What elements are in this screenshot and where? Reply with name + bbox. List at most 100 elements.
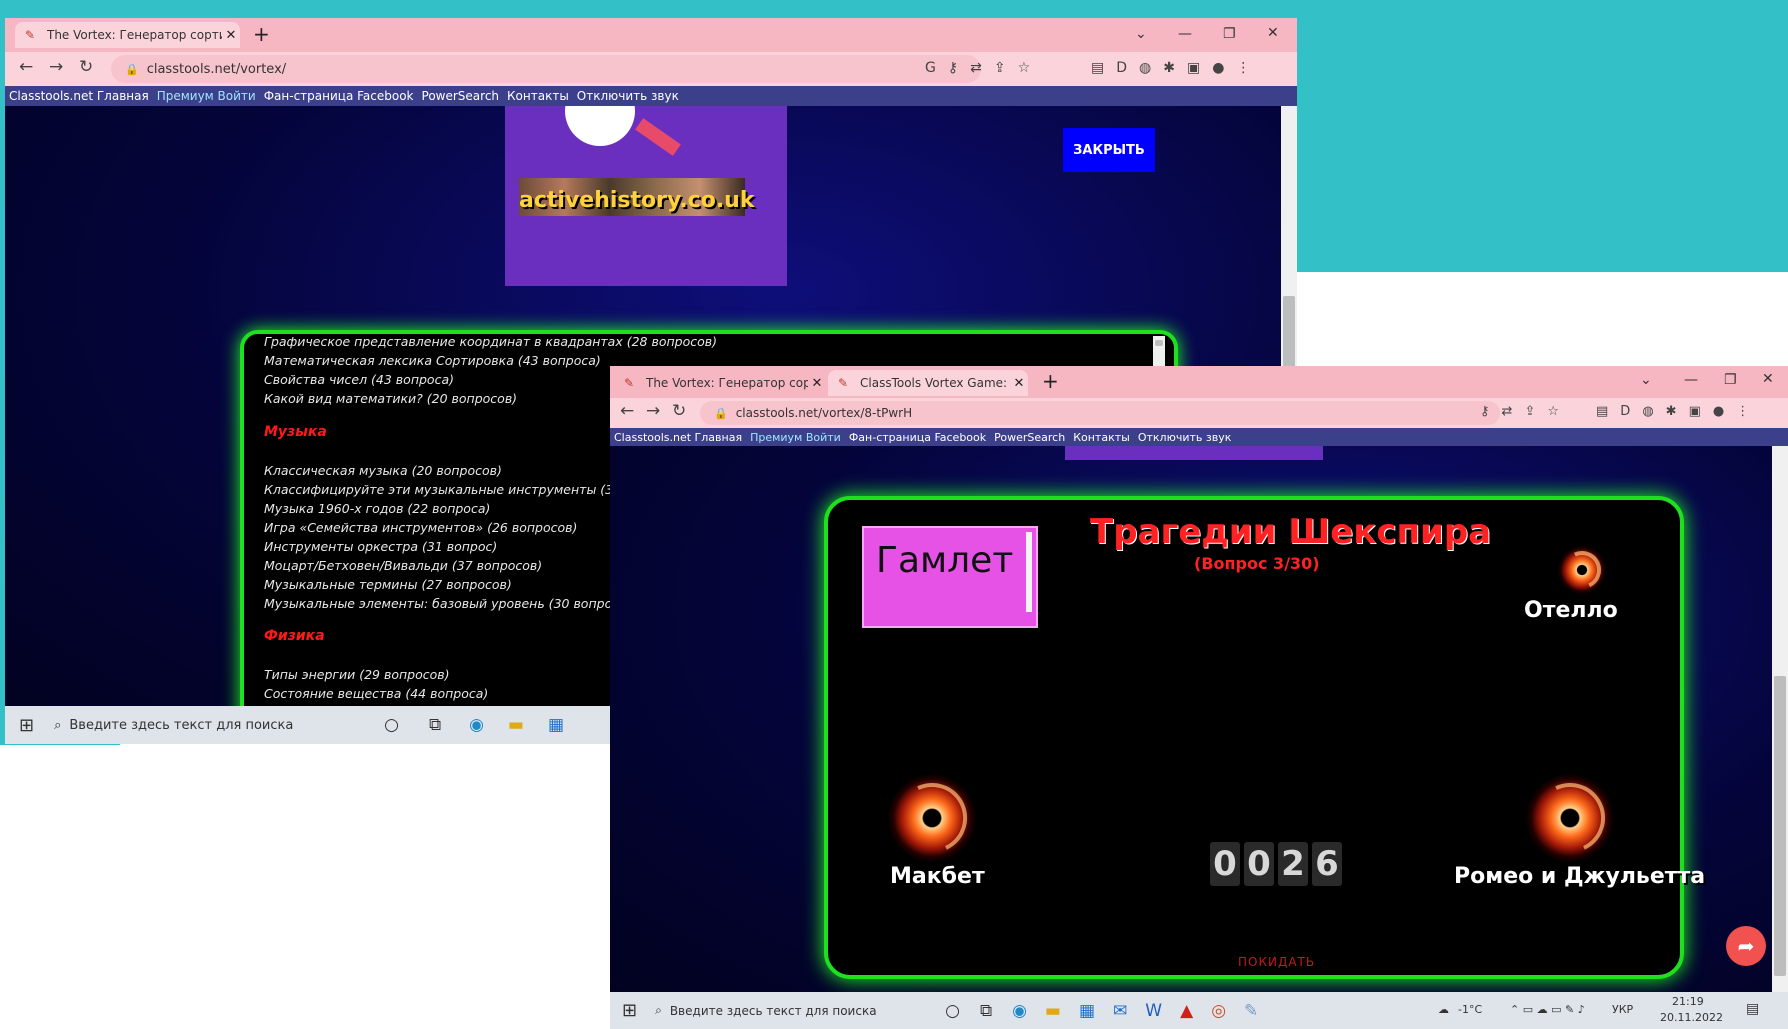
bookmark-home[interactable]: Classtools.net Главная <box>614 431 742 444</box>
bookmark-contacts[interactable]: Контакты <box>507 89 569 103</box>
bookmark-home[interactable]: Classtools.net Главная <box>9 89 149 103</box>
window-close-icon[interactable]: ✕ <box>1762 371 1774 387</box>
store-icon[interactable]: ▦ <box>1079 1001 1095 1021</box>
forward-icon[interactable]: → <box>49 57 63 77</box>
new-tab-icon[interactable]: + <box>253 22 270 46</box>
share-icon[interactable]: ⇪ <box>1524 404 1535 419</box>
tab-search-icon[interactable]: ⌄ <box>1640 372 1652 388</box>
page-scrollbar[interactable] <box>1772 446 1788 992</box>
vortex-icon[interactable] <box>1526 774 1614 862</box>
chrome-icon[interactable]: ◎ <box>1211 1001 1226 1021</box>
address-bar[interactable]: 🔒 classtools.net/vortex/8-tPwrH <box>700 401 1500 425</box>
bookmark-mute[interactable]: Отключить звук <box>1138 431 1232 444</box>
tab-vortex-generator[interactable]: ✎ The Vortex: Генератор сортиру ✕ <box>15 22 240 48</box>
list-item[interactable]: Игра «Семейства инструментов» (26 вопрос… <box>264 520 577 535</box>
key-icon[interactable]: ⚷ <box>1480 404 1490 419</box>
windows-start-icon[interactable]: ⊞ <box>622 1000 637 1021</box>
reader-icon[interactable]: ▤ <box>1091 60 1104 76</box>
file-explorer-icon[interactable]: ▬ <box>508 715 524 735</box>
edge-icon[interactable]: ◉ <box>1012 1001 1027 1021</box>
list-item[interactable]: Музыка 1960-х годов (22 вопроса) <box>264 501 490 516</box>
bookmark-contacts[interactable]: Контакты <box>1073 431 1130 444</box>
bookmark-premium[interactable]: Премиум Войти <box>157 89 256 103</box>
reader-icon[interactable]: ▤ <box>1596 404 1608 419</box>
google-icon[interactable]: G <box>925 60 936 76</box>
bookmark-powersearch[interactable]: PowerSearch <box>422 89 500 103</box>
share-fab-icon[interactable]: ➦ <box>1726 926 1766 966</box>
cortana-icon[interactable]: ○ <box>384 715 399 735</box>
close-button[interactable]: ЗАКРЫТЬ <box>1063 128 1155 172</box>
restore-icon[interactable]: ❐ <box>1724 372 1737 388</box>
notification-icon[interactable]: ▤ <box>1746 1001 1759 1017</box>
bookmark-powersearch[interactable]: PowerSearch <box>994 431 1065 444</box>
list-item[interactable]: Какой вид математики? (20 вопросов) <box>264 391 517 406</box>
draggable-card[interactable]: Гамлет <box>862 526 1038 628</box>
leave-button[interactable]: ПОКИДАТЬ <box>1238 955 1315 969</box>
vortex-icon[interactable] <box>1558 546 1606 594</box>
list-item[interactable]: Инструменты оркестра (31 вопрос) <box>264 539 497 554</box>
activehistory-logo[interactable] <box>1065 446 1323 460</box>
bookmark-facebook[interactable]: Фан-страница Facebook <box>849 431 986 444</box>
taskbar-search[interactable]: ⌕ Введите здесь текст для поиска <box>54 718 314 733</box>
sidepanel-icon[interactable]: ▣ <box>1187 60 1200 76</box>
list-item[interactable]: Состояние вещества (44 вопроса) <box>264 686 488 701</box>
star-icon[interactable]: ☆ <box>1018 60 1031 76</box>
close-tab-icon[interactable]: ✕ <box>222 28 240 43</box>
list-item[interactable]: Классическая музыка (20 вопросов) <box>264 463 502 478</box>
translate-icon[interactable]: ⇄ <box>970 60 982 76</box>
forward-icon[interactable]: → <box>646 401 660 421</box>
list-item[interactable]: Музыкальные элементы: базовый уровень (3… <box>264 596 619 611</box>
task-view-icon[interactable]: ⧉ <box>980 1001 992 1021</box>
temperature[interactable]: -1°C <box>1458 1003 1482 1016</box>
tab-search-icon[interactable]: ⌄ <box>1135 26 1147 42</box>
edge-icon[interactable]: ◉ <box>469 715 484 735</box>
star-icon[interactable]: ☆ <box>1547 404 1559 419</box>
translate-icon[interactable]: ⇄ <box>1502 404 1513 419</box>
close-tab-icon[interactable]: ✕ <box>808 376 826 391</box>
bookmark-facebook[interactable]: Фан-страница Facebook <box>264 89 414 103</box>
tab-vortex-generator[interactable]: ✎ The Vortex: Генератор сортиру ✕ <box>614 370 826 396</box>
clock-date[interactable]: 20.11.2022 <box>1660 1011 1723 1024</box>
system-tray-icons[interactable]: ⌃ ▭ ☁ ▭ ✎ ♪ <box>1510 1003 1585 1016</box>
store-icon[interactable]: ▦ <box>548 715 564 735</box>
key-icon[interactable]: ⚷ <box>948 60 958 76</box>
activehistory-logo[interactable]: activehistory.co.uk <box>505 106 787 286</box>
back-icon[interactable]: ← <box>19 57 33 77</box>
cortana-icon[interactable]: ○ <box>945 1001 960 1021</box>
menu-icon[interactable]: ⋮ <box>1236 60 1250 76</box>
id-extension-icon[interactable]: D <box>1620 404 1630 419</box>
acrobat-icon[interactable]: ▲ <box>1180 1001 1193 1021</box>
puzzle-icon[interactable]: ✱ <box>1666 404 1677 419</box>
minimize-icon[interactable]: — <box>1178 26 1192 42</box>
avatar[interactable]: ● <box>1713 404 1724 419</box>
reload-icon[interactable]: ↻ <box>79 57 93 77</box>
word-icon[interactable]: W <box>1145 1001 1162 1021</box>
restore-icon[interactable]: ❐ <box>1223 26 1236 42</box>
adblock-icon[interactable]: ◍ <box>1139 60 1151 76</box>
list-item[interactable]: Моцарт/Бетховен/Вивальди (37 вопросов) <box>264 558 542 573</box>
windows-start-icon[interactable]: ⊞ <box>19 715 34 736</box>
adblock-icon[interactable]: ◍ <box>1642 404 1653 419</box>
id-extension-icon[interactable]: D <box>1116 60 1127 76</box>
close-tab-icon[interactable]: ✕ <box>1010 376 1028 391</box>
list-item[interactable]: Математическая лексика Сортировка (43 во… <box>264 353 601 368</box>
address-bar[interactable]: 🔒 classtools.net/vortex/ <box>111 55 981 83</box>
taskbar-search[interactable]: ⌕ Введите здесь текст для поиска <box>655 1003 905 1018</box>
puzzle-icon[interactable]: ✱ <box>1163 60 1175 76</box>
tab-vortex-game[interactable]: ✎ ClassTools Vortex Game: трагед ✕ <box>828 370 1028 396</box>
scroll-up-icon[interactable] <box>1155 340 1163 346</box>
list-item[interactable]: Классифицируйте эти музыкальные инструме… <box>264 482 621 497</box>
list-item[interactable]: Музыкальные термины (27 вопросов) <box>264 577 512 592</box>
back-icon[interactable]: ← <box>620 401 634 421</box>
avatar[interactable]: ● <box>1212 60 1224 76</box>
paint-icon[interactable]: ✎ <box>1244 1001 1258 1021</box>
language-indicator[interactable]: УКР <box>1612 1003 1633 1016</box>
bookmark-mute[interactable]: Отключить звук <box>577 89 679 103</box>
window-close-icon[interactable]: ✕ <box>1267 25 1279 41</box>
list-item[interactable]: Типы энергии (29 вопросов) <box>264 667 450 682</box>
list-item[interactable]: Свойства чисел (43 вопроса) <box>264 372 454 387</box>
task-view-icon[interactable]: ⧉ <box>429 715 441 735</box>
share-icon[interactable]: ⇪ <box>994 60 1006 76</box>
clock-time[interactable]: 21:19 <box>1672 995 1704 1008</box>
bookmark-premium[interactable]: Премиум Войти <box>750 431 841 444</box>
